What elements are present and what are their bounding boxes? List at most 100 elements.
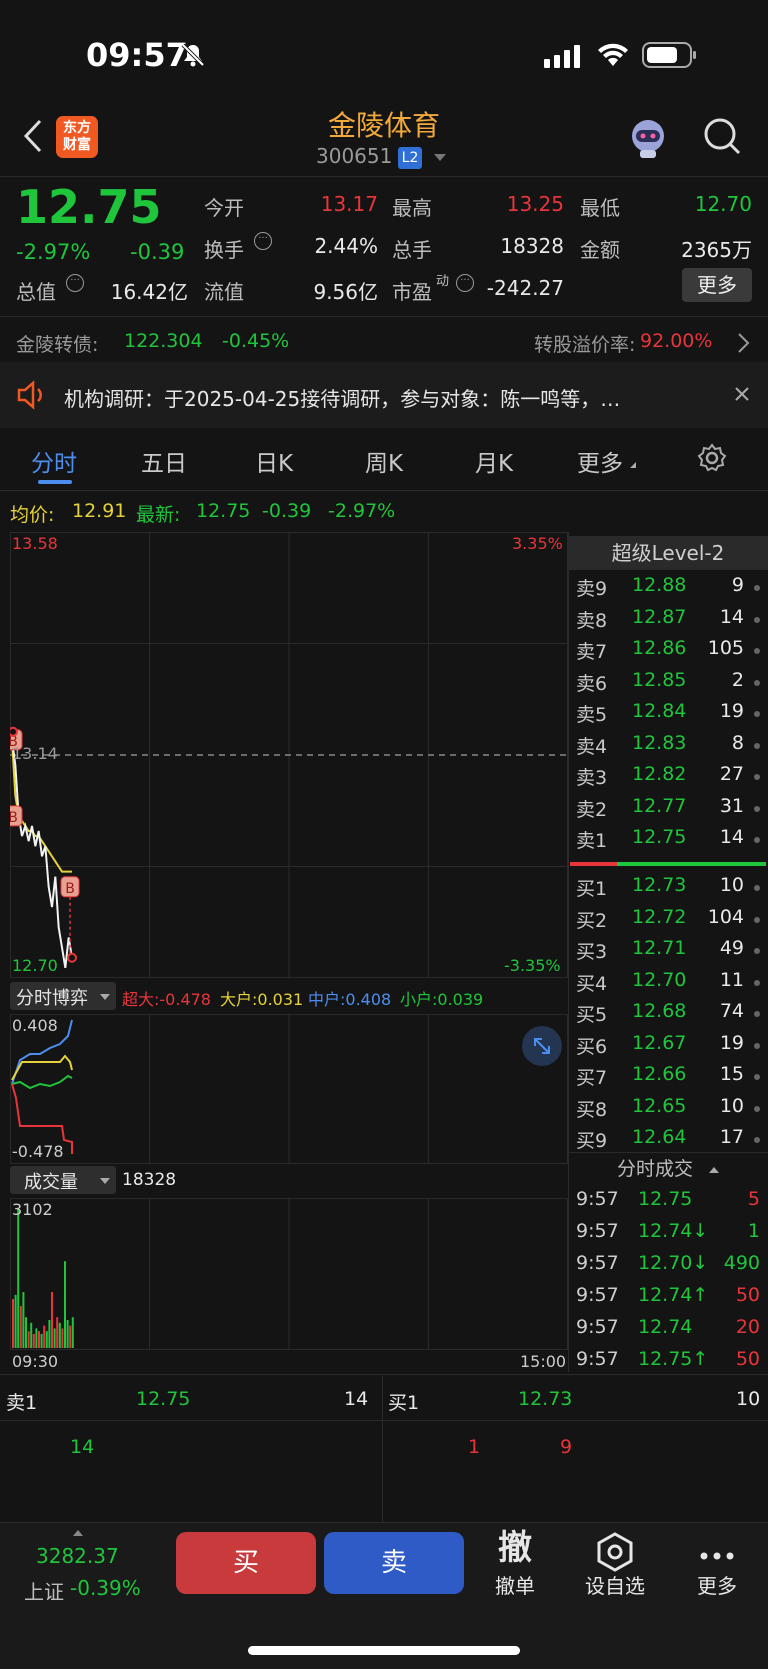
queue-bid-price: 12.73 bbox=[518, 1388, 573, 1410]
open-value: 13.17 bbox=[320, 192, 378, 216]
volume-title-button[interactable]: 成交量 bbox=[10, 1166, 116, 1194]
trade-time: 9:57 bbox=[576, 1284, 619, 1306]
tab-more[interactable]: 更多 bbox=[568, 444, 632, 478]
trade-volume: 50 bbox=[735, 1284, 760, 1306]
settings-gear-icon[interactable] bbox=[696, 442, 728, 478]
tab-five-day[interactable]: 五日 bbox=[132, 444, 196, 478]
more-menu-button[interactable]: 更多 bbox=[672, 1528, 762, 1599]
ask-row[interactable]: 卖3 12.82 27 bbox=[568, 763, 768, 793]
ask-row[interactable]: 卖4 12.83 8 bbox=[568, 732, 768, 762]
pe-sup: 动 bbox=[436, 274, 450, 289]
bid-row[interactable]: 买6 12.67 19 bbox=[568, 1032, 768, 1062]
bid-row[interactable]: 买1 12.73 10 bbox=[568, 874, 768, 904]
trade-row: 9:57 12.74 20 bbox=[568, 1316, 768, 1348]
ask-dot bbox=[754, 585, 760, 591]
super-label: 超大:-0.478 bbox=[122, 990, 211, 1009]
volume-bar bbox=[40, 1334, 43, 1348]
bid-row[interactable]: 买3 12.71 49 bbox=[568, 937, 768, 967]
bid-level: 买4 bbox=[576, 972, 608, 995]
close-icon[interactable] bbox=[734, 386, 750, 406]
chevron-down-icon[interactable] bbox=[434, 154, 446, 161]
trade-price: 12.74 bbox=[638, 1316, 693, 1338]
volume-bar bbox=[43, 1325, 46, 1348]
ask-price: 12.83 bbox=[632, 731, 687, 754]
tab-monthly-k[interactable]: 月K bbox=[462, 444, 526, 478]
tab-daily-k[interactable]: 日K bbox=[242, 444, 306, 478]
bid-level: 买9 bbox=[576, 1130, 608, 1152]
amount-value: 2365万 bbox=[681, 238, 752, 262]
high-label: 最高 bbox=[392, 196, 432, 220]
bid-row[interactable]: 买2 12.72 104 bbox=[568, 906, 768, 936]
intraday-price-chart[interactable]: BBB bbox=[10, 532, 568, 978]
more-label: 更多 bbox=[697, 1574, 737, 1598]
expand-icon[interactable] bbox=[522, 1026, 562, 1066]
cancel-order-button[interactable]: 撤 撤单 bbox=[470, 1528, 560, 1599]
queue-bid-label: 买1 bbox=[388, 1392, 420, 1414]
flow-title: 分时博弈 bbox=[16, 988, 88, 1009]
volume-bar bbox=[25, 1317, 27, 1348]
open-label: 今开 bbox=[204, 196, 244, 220]
info-icon[interactable]: ··· bbox=[66, 274, 84, 292]
pe-value: -242.27 bbox=[486, 276, 564, 300]
ask-row[interactable]: 卖7 12.86 105 bbox=[568, 637, 768, 667]
ask-row[interactable]: 卖8 12.87 14 bbox=[568, 606, 768, 636]
volume-bar bbox=[12, 1299, 14, 1348]
bid-volume: 74 bbox=[719, 1000, 744, 1022]
trade-time: 9:57 bbox=[576, 1316, 619, 1338]
trades-title[interactable]: 分时成交 bbox=[568, 1152, 768, 1184]
ask-dot bbox=[754, 648, 760, 654]
signal-icon bbox=[544, 44, 584, 72]
index-pct[interactable]: -0.39% bbox=[70, 1576, 141, 1600]
volume-bar bbox=[22, 1292, 25, 1348]
volume-bar bbox=[38, 1331, 40, 1348]
volume-bar bbox=[66, 1320, 69, 1348]
volume-y-top: 3102 bbox=[12, 1200, 53, 1219]
bid-row[interactable]: 买8 12.65 10 bbox=[568, 1095, 768, 1125]
volume-total: 18328 bbox=[122, 1170, 177, 1190]
ask-row[interactable]: 卖6 12.85 2 bbox=[568, 669, 768, 699]
index-value[interactable]: 3282.37 bbox=[36, 1544, 119, 1568]
volume-bar bbox=[17, 1208, 20, 1348]
more-button[interactable]: 更多 bbox=[682, 268, 752, 302]
bid-row[interactable]: 买4 12.70 11 bbox=[568, 969, 768, 999]
change-percent: -2.97% bbox=[16, 240, 91, 264]
trade-volume: 490 bbox=[723, 1252, 760, 1274]
volume-bar bbox=[45, 1331, 48, 1348]
chevron-right-icon[interactable] bbox=[736, 332, 750, 358]
ask-row[interactable]: 卖9 12.88 9 bbox=[568, 574, 768, 604]
ask-row[interactable]: 卖2 12.77 31 bbox=[568, 795, 768, 825]
bid-row[interactable]: 买7 12.66 15 bbox=[568, 1063, 768, 1093]
queue-bid-item: 1 bbox=[468, 1436, 481, 1458]
trade-volume: 20 bbox=[735, 1316, 760, 1338]
ask-level: 卖4 bbox=[576, 735, 608, 758]
ask-dot bbox=[754, 805, 760, 812]
low-value: 12.70 bbox=[694, 192, 752, 216]
buy-button[interactable]: 买 bbox=[176, 1532, 316, 1594]
trade-row: 9:57 12.74↑ 50 bbox=[568, 1284, 768, 1316]
ask-row[interactable]: 卖5 12.84 19 bbox=[568, 700, 768, 730]
add-watchlist-button[interactable]: 设自选 bbox=[570, 1528, 660, 1599]
bid-price: 12.64 bbox=[632, 1126, 687, 1148]
bid-dot bbox=[754, 1042, 760, 1049]
stock-code: 300651 bbox=[316, 144, 393, 168]
sell-button[interactable]: 卖 bbox=[324, 1532, 464, 1594]
ask-row[interactable]: 卖1 12.75 14 bbox=[568, 826, 768, 856]
high-value: 13.25 bbox=[506, 192, 564, 216]
orderbook-title[interactable]: 超级Level-2 bbox=[568, 536, 768, 570]
volume-bar bbox=[58, 1322, 61, 1348]
volume-bar bbox=[69, 1325, 72, 1348]
mute-icon bbox=[180, 42, 206, 72]
bond-pct: -0.45% bbox=[222, 330, 290, 352]
index-name[interactable]: 上证 bbox=[24, 1576, 64, 1605]
ask-price: 12.85 bbox=[632, 668, 687, 691]
robot-assistant-icon[interactable] bbox=[626, 116, 670, 164]
hexagon-icon bbox=[570, 1528, 660, 1572]
bid-level: 买1 bbox=[576, 878, 608, 900]
flow-title-button[interactable]: 分时博弈 bbox=[10, 982, 116, 1010]
bid-row[interactable]: 买5 12.68 74 bbox=[568, 1000, 768, 1030]
search-icon[interactable] bbox=[702, 116, 742, 160]
tab-weekly-k[interactable]: 周K bbox=[352, 444, 416, 478]
tab-intraday[interactable]: 分时 bbox=[22, 444, 86, 478]
ask-level: 卖8 bbox=[576, 609, 608, 632]
ask-dot bbox=[754, 774, 760, 780]
